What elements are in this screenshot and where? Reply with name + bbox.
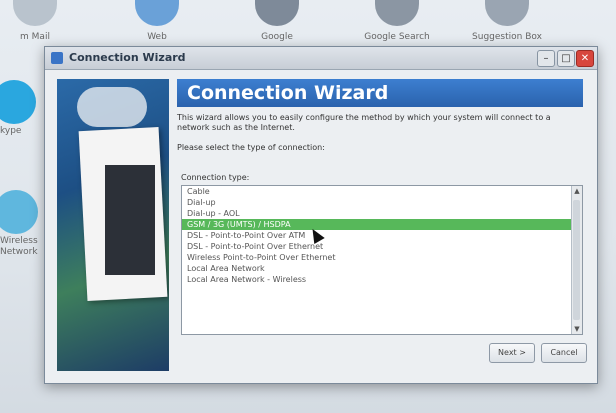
- suggestion-box-icon: [485, 0, 529, 26]
- scroll-thumb[interactable]: [573, 200, 580, 320]
- connection-type-item[interactable]: DSL - Point-to-Point Over Ethernet: [182, 241, 582, 252]
- skype-icon: [0, 80, 36, 124]
- desktop-icon-label: Web: [147, 32, 167, 42]
- next-button[interactable]: Next >: [489, 343, 535, 363]
- window-icon: [51, 52, 63, 64]
- wizard-header: Connection Wizard: [177, 79, 583, 107]
- mail-icon: [13, 0, 57, 26]
- desktop-icon-google-search[interactable]: Google Search: [352, 0, 442, 42]
- google-icon: [255, 0, 299, 26]
- scroll-up-icon[interactable]: ▲: [572, 186, 582, 196]
- list-scrollbar[interactable]: ▲ ▼: [571, 186, 582, 334]
- desktop-icon-label: m Mail: [20, 32, 50, 42]
- wizard-prompt: Please select the type of connection:: [177, 143, 325, 152]
- side-image-decoration: [105, 165, 155, 275]
- window-title: Connection Wizard: [69, 51, 186, 64]
- desktop-icon-label: Google: [261, 32, 293, 42]
- connection-type-item[interactable]: Wireless Point-to-Point Over Ethernet: [182, 252, 582, 263]
- cancel-button[interactable]: Cancel: [541, 343, 587, 363]
- connection-type-item[interactable]: Local Area Network - Wireless: [182, 274, 582, 285]
- scroll-down-icon[interactable]: ▼: [572, 324, 582, 334]
- connection-type-item[interactable]: Dial-up - AOL: [182, 208, 582, 219]
- connection-type-item[interactable]: Cable: [182, 186, 582, 197]
- wizard-side-image: [57, 79, 169, 371]
- wizard-description: This wizard allows you to easily configu…: [177, 113, 551, 132]
- magnifier-icon: [375, 0, 419, 26]
- close-button[interactable]: ✕: [576, 50, 594, 67]
- minimize-button[interactable]: –: [537, 50, 555, 67]
- side-image-decoration: [77, 87, 147, 127]
- globe-icon: [135, 0, 179, 26]
- desktop-icon-mail[interactable]: m Mail: [0, 0, 80, 42]
- desktop-icon-label: Suggestion Box: [472, 32, 542, 42]
- connection-type-list[interactable]: Cable Dial-up Dial-up - AOL GSM / 3G (UMTS)…: [181, 185, 583, 335]
- desktop-icon-label: Google Search: [364, 32, 430, 42]
- maximize-button[interactable]: □: [557, 50, 575, 67]
- connection-type-item[interactable]: GSM / 3G (UMTS) / HSDPA: [182, 219, 582, 230]
- connection-type-item[interactable]: DSL - Point-to-Point Over ATM: [182, 230, 582, 241]
- wireless-network-icon: [0, 190, 38, 234]
- connection-type-label: Connection type:: [181, 173, 250, 182]
- desktop-icon-google[interactable]: Google: [232, 0, 322, 42]
- connection-wizard-dialog: Connection Wizard – □ ✕ Connection Wizar…: [44, 46, 598, 384]
- wizard-heading: Connection Wizard: [187, 82, 389, 104]
- connection-type-item[interactable]: Local Area Network: [182, 263, 582, 274]
- desktop-icon-suggestion-box[interactable]: Suggestion Box: [462, 0, 552, 42]
- connection-type-item[interactable]: Dial-up: [182, 197, 582, 208]
- title-bar[interactable]: Connection Wizard – □ ✕: [45, 47, 597, 70]
- desktop-icon-label: Wireless Network: [0, 236, 38, 257]
- desktop-icon-web[interactable]: Web: [112, 0, 202, 42]
